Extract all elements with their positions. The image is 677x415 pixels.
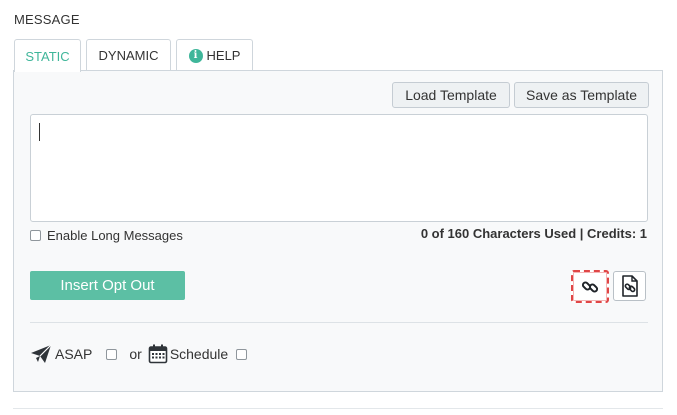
save-template-button[interactable]: Save as Template: [514, 82, 649, 108]
enable-long-messages-checkbox[interactable]: [30, 230, 41, 241]
tab-dynamic-label: DYNAMIC: [98, 48, 159, 63]
insert-link-button[interactable]: [571, 270, 609, 303]
character-counter: 0 of 160 Characters Used | Credits: 1: [420, 226, 647, 241]
insert-opt-out-button[interactable]: Insert Opt Out: [30, 271, 185, 300]
or-label: or: [129, 346, 142, 362]
link-icon: [581, 280, 599, 293]
section-divider: [30, 322, 648, 323]
tab-static-label: STATIC: [25, 48, 70, 64]
enable-long-messages: Enable Long Messages: [30, 228, 183, 243]
tab-static[interactable]: STATIC: [14, 39, 81, 72]
info-icon: i: [188, 48, 203, 63]
calendar-icon: [148, 344, 168, 364]
document-link-icon: [621, 275, 638, 297]
tab-dynamic[interactable]: DYNAMIC: [86, 39, 171, 71]
tab-help-label: HELP: [206, 48, 241, 63]
message-tabs: STATIC DYNAMIC i HELP: [14, 39, 258, 72]
schedule-label: Schedule: [169, 346, 229, 362]
message-textarea[interactable]: [30, 114, 648, 222]
tab-help[interactable]: i HELP: [176, 39, 253, 71]
insert-document-link-button[interactable]: [613, 271, 646, 301]
bottom-divider: [13, 408, 663, 409]
paper-plane-icon: [31, 344, 52, 363]
send-options: ASAP or Schedule: [30, 343, 248, 365]
schedule-checkbox[interactable]: [236, 348, 248, 360]
asap-label: ASAP: [55, 346, 93, 362]
load-template-button[interactable]: Load Template: [392, 82, 510, 108]
text-caret: [39, 123, 40, 141]
section-title: MESSAGE: [14, 12, 80, 27]
asap-checkbox[interactable]: [106, 348, 118, 360]
message-panel: Load Template Save as Template Enable Lo…: [13, 70, 663, 392]
enable-long-messages-label: Enable Long Messages: [47, 228, 183, 243]
